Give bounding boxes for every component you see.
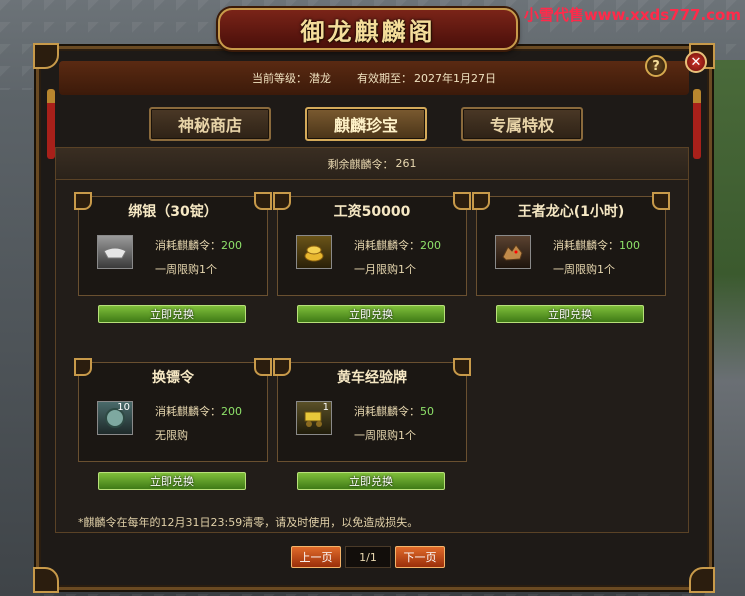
status-bar: 当前等级： 潜龙 有效期至： 2027年1月27日	[59, 61, 689, 95]
item-cost: 消耗麒麟令：50	[354, 405, 434, 418]
item-cost: 消耗麒麟令：200	[354, 239, 441, 252]
item-title: 工资50000	[333, 204, 411, 220]
exchange-button[interactable]: 立即兑换	[496, 305, 644, 323]
item-title: 王者龙心(1小时)	[517, 204, 625, 220]
item-cost-value: 200	[221, 239, 242, 252]
next-page-button[interactable]: 下一页	[395, 546, 445, 568]
exchange-button[interactable]: 立即兑换	[297, 305, 445, 323]
current-level: 当前等级： 潜龙	[252, 70, 331, 86]
item-quantity: 10	[117, 402, 130, 413]
watermark-text: 小雪代售www.xxds777.com	[523, 6, 741, 24]
exchange-button[interactable]: 立即兑换	[297, 472, 445, 490]
close-button[interactable]: ✕	[685, 51, 707, 73]
page-indicator: 1/1	[345, 546, 391, 568]
reset-notice: *麒麟令在每年的12月31日23:59清零，请及时使用，以免造成损失。	[78, 516, 419, 529]
item-card-dragon-heart: 王者龙心(1小时) 消耗麒麟令：100 一周限购1个	[472, 192, 670, 296]
exchange-button[interactable]: 立即兑换	[98, 472, 246, 490]
item-title: 换镖令	[152, 370, 194, 386]
item-limit: 一月限购1个	[354, 263, 416, 276]
remaining-tokens: 剩余麒麟令： 261	[56, 148, 688, 180]
frame-corner	[33, 43, 59, 69]
item-cost-value: 200	[221, 405, 242, 418]
frame-corner	[689, 567, 715, 593]
expiry-date: 有效期至： 2027年1月27日	[357, 70, 496, 86]
item-card-yellow-cart-exp: 黄车经验牌 1 消耗麒麟令：50 一周限购1个	[273, 358, 471, 462]
item-quantity: 1	[322, 402, 329, 413]
tab-mystery-shop[interactable]: 神秘商店	[149, 107, 271, 141]
background-building-left	[0, 90, 40, 596]
item-card-escort-token: 换镖令 10 消耗麒麟令：200 无限购	[74, 358, 272, 462]
window-title: 御龙麒麟阁	[300, 16, 436, 46]
token-coin-icon[interactable]: 10	[97, 401, 133, 435]
frame-corner	[33, 567, 59, 593]
gold-coins-icon[interactable]	[296, 235, 332, 269]
remaining-label: 剩余麒麟令：	[327, 157, 394, 171]
item-limit: 一周限购1个	[354, 429, 416, 442]
close-icon: ✕	[690, 54, 702, 70]
item-limit: 一周限购1个	[155, 263, 217, 276]
window-title-banner: 御龙麒麟阁	[218, 8, 518, 50]
yellow-cart-icon[interactable]: 1	[296, 401, 332, 435]
help-button[interactable]: ?	[645, 55, 667, 77]
tab-exclusive-privileges[interactable]: 专属特权	[461, 107, 583, 141]
dragon-head-icon[interactable]	[495, 235, 531, 269]
item-cost-value: 100	[619, 239, 640, 252]
item-title: 黄车经验牌	[337, 370, 407, 386]
tassel-decoration	[693, 89, 701, 159]
item-cost: 消耗麒麟令：200	[155, 405, 242, 418]
item-limit: 无限购	[155, 429, 188, 442]
exchange-panel: 剩余麒麟令： 261 绑银（30锭） 消耗麒麟令：200 一周限购1个 立即兑换…	[55, 147, 689, 533]
level-label: 当前等级：	[252, 72, 307, 85]
dialog-window: 当前等级： 潜龙 有效期至： 2027年1月27日 ? ✕ 神秘商店 麒麟珍宝 …	[33, 43, 715, 593]
silver-ingot-icon[interactable]	[97, 235, 133, 269]
expiry-value: 2027年1月27日	[414, 72, 496, 85]
item-cost-value: 200	[420, 239, 441, 252]
remaining-value: 261	[395, 157, 417, 170]
level-value: 潜龙	[309, 72, 331, 85]
exchange-button[interactable]: 立即兑换	[98, 305, 246, 323]
tassel-decoration	[47, 89, 55, 159]
item-title: 绑银（30锭）	[128, 204, 218, 220]
item-cost-value: 50	[420, 405, 434, 418]
item-card-salary: 工资50000 消耗麒麟令：200 一月限购1个	[273, 192, 471, 296]
item-cost: 消耗麒麟令：100	[553, 239, 640, 252]
item-cost: 消耗麒麟令：200	[155, 239, 242, 252]
tab-bar: 神秘商店 麒麟珍宝 专属特权	[149, 107, 583, 141]
pagination: 上一页 1/1 下一页	[291, 546, 445, 568]
item-card-silver: 绑银（30锭） 消耗麒麟令：200 一周限购1个	[74, 192, 272, 296]
help-icon: ?	[652, 58, 660, 74]
tab-qilin-treasure[interactable]: 麒麟珍宝	[305, 107, 427, 141]
expiry-label: 有效期至：	[357, 72, 412, 85]
item-limit: 一周限购1个	[553, 263, 615, 276]
prev-page-button[interactable]: 上一页	[291, 546, 341, 568]
